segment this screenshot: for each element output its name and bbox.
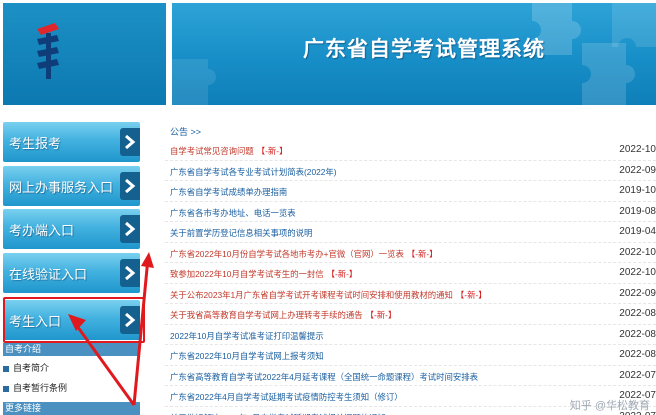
notice-row[interactable]: 广东省自学考试成绩单办理指南 2019-10 xyxy=(165,181,656,202)
notice-title-text: 广东省自学考试成绩单办理指南 xyxy=(170,187,288,197)
sidebar-button-online-services[interactable]: 网上办事服务入口 xyxy=(3,166,140,206)
notice-title[interactable]: 广东省2022年10月份自学考试各地市考办+官微（官网）一览表 【-新-】 xyxy=(170,248,438,260)
notice-row[interactable]: 自学考试常见咨询问题 【-新-】 2022-10 xyxy=(165,140,656,161)
new-badge: 【-新-】 xyxy=(256,146,288,156)
notice-row[interactable]: 关于我省高等教育自学考试网上办理转考手续的通告 【-新-】 2022-08 xyxy=(165,304,656,325)
sidebar: 考生报考 网上办事服务入口 考办端入口 在线验证入口 考生入口 自考介绍 自考简… xyxy=(0,108,160,415)
sidebar-button-exam-office[interactable]: 考办端入口 xyxy=(3,209,140,249)
notice-date: 2022-10 xyxy=(619,144,656,155)
notice-title[interactable]: 广东省2022年10月自学考试网上报考须知 xyxy=(170,350,324,362)
notice-date: 2019-10 xyxy=(619,185,656,196)
notice-date: 2022-09 xyxy=(619,287,656,299)
notice-title[interactable]: 关于公布2023年1月广东省自学考试开考课程考试时间安排和使用教材的通知 【-新-… xyxy=(170,289,487,301)
sidebar-button-label: 考办端入口 xyxy=(9,223,75,238)
notice-title[interactable]: 广东省各市考办地址、电话一览表 xyxy=(170,207,296,219)
highlight-box xyxy=(3,297,145,343)
notice-row[interactable]: 广东省2022年10月份自学考试各地市考办+官微（官网）一览表 【-新-】 2022… xyxy=(165,243,656,263)
logo-panel xyxy=(3,3,166,105)
sidebar-link-label: 自考暂行条例 xyxy=(13,383,68,393)
square-bullet-icon xyxy=(3,385,9,392)
watermark: 知乎 @华松教育 xyxy=(569,400,650,412)
notice-title[interactable]: 关于前置学历登记信息相关事项的说明 xyxy=(170,227,312,239)
notice-date: 2022-08 xyxy=(619,349,656,360)
notice-title-text: 广东省2022年10月自学考试网上报考须知 xyxy=(170,351,324,361)
system-title: 广东省自学考试管理系统 xyxy=(303,38,545,61)
notice-title[interactable]: 广东省自学考试成绩单办理指南 xyxy=(170,186,287,198)
sidebar-link-label: 自考简介 xyxy=(13,363,50,373)
notice-title-text: 广东省2022年4月自学考试延期考试疫情防控考生须知（修订） xyxy=(170,392,403,402)
sidebar-button-label: 考生报考 xyxy=(9,136,62,151)
notice-row[interactable]: 致参加2022年10月自学考试考生的一封信 【-新-】 2022-10 xyxy=(165,263,656,284)
new-badge: 【-新-】 xyxy=(326,269,358,279)
notice-title-text: 广东省自学考试各专业考试计划简表(2022年) xyxy=(170,166,337,177)
notice-date: 2022-09 xyxy=(619,164,656,176)
notice-row[interactable]: 广东省自学考试各专业考试计划简表(2022年) 2022-09 xyxy=(165,161,656,181)
links-section-header: 自考介绍 xyxy=(3,343,140,356)
notice-title-text: 广东省高等教育自学考试2022年4月延考课程（全国统一命题课程）考试时间安排表 xyxy=(170,371,479,382)
chevron-right-icon xyxy=(120,215,140,243)
new-badge: 【-新-】 xyxy=(455,289,487,300)
sidebar-link-intro[interactable]: 自考简介 xyxy=(3,361,49,375)
sidebar-button-label: 网上办事服务入口 xyxy=(9,180,114,195)
notice-row[interactable]: 广东省各市考办地址、电话一览表 2019-08 xyxy=(165,202,656,222)
notice-date: 2019-08 xyxy=(619,205,656,217)
chevron-right-icon xyxy=(120,128,140,156)
notice-title-text: 自学考试常见咨询问题 xyxy=(170,146,254,156)
notice-row[interactable]: 关于前置学历登记信息相关事项的说明 2019-04 xyxy=(165,222,656,243)
notice-row[interactable]: 2022年10月自学考试准考证打印温馨提示 2022-08 xyxy=(165,325,656,345)
notice-title[interactable]: 2022年10月自学考试准考证打印温馨提示 xyxy=(170,330,324,342)
notice-title[interactable]: 关于做好解决2022年4月自学考试延期考试相关问题的通知 xyxy=(170,412,386,415)
notice-title[interactable]: 致参加2022年10月自学考试考生的一封信 【-新-】 xyxy=(170,268,357,280)
links-section-footer: 更多链接 xyxy=(3,402,140,415)
notice-panel: 公告 >> 自学考试常见咨询问题 【-新-】 2022-10 广东省自学考试各专业考试… xyxy=(165,108,656,415)
sidebar-link-regulations[interactable]: 自考暂行条例 xyxy=(3,381,67,395)
notice-title-text: 广东省各市考办地址、电话一览表 xyxy=(170,207,296,218)
page-header: 广东省自学考试管理系统 xyxy=(0,0,656,108)
new-badge: 【-新-】 xyxy=(406,248,438,259)
notice-title-text: 2022年10月自学考试准考证打印温馨提示 xyxy=(170,330,324,341)
sidebar-button-label: 在线验证入口 xyxy=(9,267,88,282)
notice-title[interactable]: 广东省2022年4月自学考试延期考试疫情防控考生须知（修订） xyxy=(170,391,403,403)
notice-heading[interactable]: 公告 >> xyxy=(170,125,201,138)
notice-row[interactable]: 广东省高等教育自学考试2022年4月延考课程（全国统一命题课程）考试时间安排表 2… xyxy=(165,366,656,386)
chevron-right-icon xyxy=(120,259,140,287)
notice-title[interactable]: 自学考试常见咨询问题 【-新-】 xyxy=(170,145,287,157)
sidebar-button-exam-registration[interactable]: 考生报考 xyxy=(3,122,140,162)
notice-row[interactable]: 广东省2022年10月自学考试网上报考须知 2022-08 xyxy=(165,345,656,366)
notice-title-text: 关于公布2023年1月广东省自学考试开考课程考试时间安排和使用教材的通知 xyxy=(170,289,453,300)
notice-date: 2022-08 xyxy=(619,308,656,319)
notice-title-text: 致参加2022年10月自学考试考生的一封信 xyxy=(170,269,324,279)
notice-date: 2019-04 xyxy=(619,226,656,237)
chevron-right-icon xyxy=(120,172,140,200)
notice-date: 2022-10 xyxy=(619,246,656,258)
puzzle-decoration-left xyxy=(172,59,216,105)
square-bullet-icon xyxy=(3,365,9,372)
notice-date: 2022-08 xyxy=(619,328,656,340)
notice-list: 自学考试常见咨询问题 【-新-】 2022-10 广东省自学考试各专业考试计划简表(2… xyxy=(165,140,656,415)
sidebar-button-online-verification[interactable]: 在线验证入口 xyxy=(3,253,140,293)
new-badge: 【-新-】 xyxy=(365,310,397,320)
notice-title-text: 关于我省高等教育自学考试网上办理转考手续的通告 xyxy=(170,310,363,320)
header-banner: 广东省自学考试管理系统 xyxy=(172,3,656,105)
notice-title-text: 关于前置学历登记信息相关事项的说明 xyxy=(170,228,313,238)
notice-title-text: 广东省2022年10月份自学考试各地市考办+官微（官网）一览表 xyxy=(170,248,404,259)
notice-date: 2022-10 xyxy=(619,267,656,278)
notice-title[interactable]: 广东省自学考试各专业考试计划简表(2022年) xyxy=(170,166,337,178)
notice-title[interactable]: 关于我省高等教育自学考试网上办理转考手续的通告 【-新-】 xyxy=(170,309,396,321)
notice-title[interactable]: 广东省高等教育自学考试2022年4月延考课程（全国统一命题课程）考试时间安排表 xyxy=(170,371,478,383)
notice-date: 2022-07 xyxy=(619,369,656,381)
notice-row[interactable]: 关于公布2023年1月广东省自学考试开考课程考试时间安排和使用教材的通知 【-新-… xyxy=(165,284,656,304)
logo-icon xyxy=(37,23,59,79)
